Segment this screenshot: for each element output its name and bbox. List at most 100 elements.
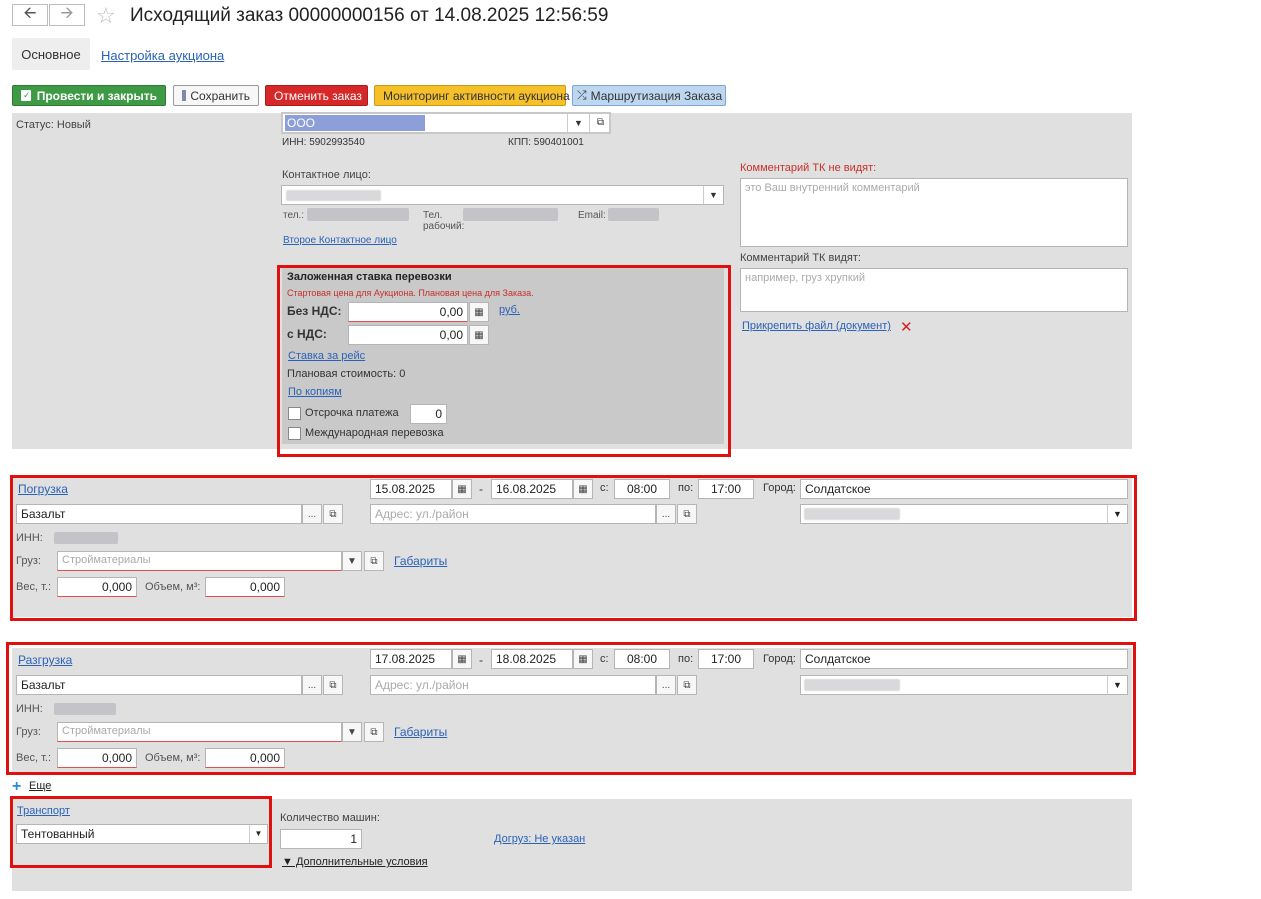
rate-subtitle: Стартовая цена для Аукциона. Плановая це… [287,288,534,298]
select-button[interactable]: ... [656,675,676,695]
loading-title-link[interactable]: Погрузка [18,482,68,496]
hidden-comment-field[interactable]: это Ваш внутренний комментарий [740,178,1128,247]
currency-link[interactable]: руб. [499,304,520,316]
calendar-icon[interactable]: ▦ [452,479,472,499]
calendar-icon[interactable]: ▦ [452,649,472,669]
plus-icon[interactable]: + [12,778,21,796]
arrow-left-icon: 🡨 [23,4,37,22]
no-vat-input[interactable]: 0,00 [348,302,468,322]
calendar-icon[interactable]: ▦ [573,479,593,499]
deferral-input[interactable]: 0 [410,404,447,424]
loading-time-to[interactable]: 17:00 [698,479,754,499]
deferral-label: Отсрочка платежа [305,407,399,419]
back-button[interactable]: 🡨 [12,4,48,26]
weight-label: Вес, т.: [16,581,51,593]
second-contact-link[interactable]: Второе Контактное лицо [283,235,397,246]
loading-dimensions-link[interactable]: Габариты [394,554,447,568]
loading-date-from[interactable]: 15.08.2025 [370,479,452,499]
cancel-order-button[interactable]: Отменить заказ [265,85,368,106]
unloading-city-input[interactable]: Солдатское [800,649,1128,669]
open-icon[interactable]: ⧉ [323,675,343,695]
open-icon[interactable]: ⧉ [364,722,384,742]
loading-weight-input[interactable]: 0,000 [57,577,137,597]
date-dash: - [479,653,483,667]
more-link[interactable]: Еще [29,780,51,792]
loading-volume-input[interactable]: 0,000 [205,577,285,597]
email-value [608,208,659,221]
loading-cargo-input[interactable]: Стройматериалы [57,551,342,571]
calculator-icon[interactable]: ▦ [469,325,489,345]
unloading-dimensions-link[interactable]: Габариты [394,725,447,739]
auction-monitoring-button[interactable]: Мониторинг активности аукциона [374,85,570,106]
international-checkbox[interactable] [288,427,301,440]
open-icon[interactable]: ⧉ [677,675,697,695]
loading-time-from[interactable]: 08:00 [614,479,670,499]
cars-count-label: Количество машин: [280,812,380,824]
post-icon: ✓ [21,90,31,101]
cars-count-input[interactable]: 1 [280,829,362,849]
close-icon[interactable]: ✕ [900,318,913,336]
loading-date-to[interactable]: 16.08.2025 [491,479,573,499]
time-to-label: по: [678,653,694,665]
per-trip-link[interactable]: Ставка за рейс [288,350,365,362]
loading-city-input[interactable]: Солдатское [800,479,1128,499]
by-kopecks-link[interactable]: По копиям [288,386,342,398]
deferral-checkbox[interactable] [288,407,301,420]
contact-select[interactable]: ▼ [281,185,724,205]
transport-type-select[interactable]: Тентованный ▼ [16,824,268,844]
chevron-down-icon[interactable]: ▼ [249,825,267,843]
save-button[interactable]: Сохранить [173,85,259,106]
chevron-down-icon[interactable]: ▼ [703,186,723,204]
chevron-down-icon[interactable]: ▼ [1107,676,1127,694]
unloading-date-from[interactable]: 17.08.2025 [370,649,452,669]
company-select[interactable]: ООО ▼ ⧉ [281,112,611,134]
order-routing-button[interactable]: ⤮ Маршрутизация Заказа [572,85,726,106]
work-tel-label: Тел. рабочий: [423,210,465,232]
floppy-icon [182,90,187,101]
loading-address-input[interactable]: Адрес: ул./район [370,504,656,524]
tab-auction-settings[interactable]: Настройка аукциона [101,48,224,63]
calendar-icon[interactable]: ▦ [573,649,593,669]
transport-title-link[interactable]: Транспорт [17,805,70,817]
open-icon[interactable]: ⧉ [323,504,343,524]
unloading-time-to[interactable]: 17:00 [698,649,754,669]
open-icon[interactable]: ⧉ [589,114,609,132]
visible-comment-field[interactable]: например, груз хрупкий [740,268,1128,312]
select-button[interactable]: ... [302,675,322,695]
unloading-cargo-input[interactable]: Стройматериалы [57,722,342,742]
unloading-time-from[interactable]: 08:00 [614,649,670,669]
post-and-close-button[interactable]: ✓ Провести и закрыть [12,85,166,106]
select-button[interactable]: ... [302,504,322,524]
tab-main[interactable]: Основное [12,38,90,70]
chevron-down-icon[interactable]: ▼ [1107,505,1127,523]
chevron-down-icon[interactable]: ▼ [342,551,362,571]
chevron-down-icon[interactable]: ▼ [342,722,362,742]
unloading-date-to[interactable]: 18.08.2025 [491,649,573,669]
unloading-contractor-select[interactable]: ▼ [800,675,1128,695]
city-label: Город: [763,653,796,665]
calculator-icon[interactable]: ▦ [469,302,489,322]
select-button[interactable]: ... [656,504,676,524]
unloading-weight-input[interactable]: 0,000 [57,748,137,768]
unloading-title-link[interactable]: Разгрузка [18,653,72,667]
rate-title: Заложенная ставка перевозки [287,271,452,283]
open-icon[interactable]: ⧉ [364,551,384,571]
hidden-comment-label: Комментарий ТК не видят: [740,162,877,174]
unloading-place-input[interactable]: Базальт [16,675,302,695]
inn-label: ИНН: [16,703,43,715]
unloading-volume-input[interactable]: 0,000 [205,748,285,768]
chevron-down-icon[interactable]: ▼ [567,114,589,132]
attach-file-link[interactable]: Прикрепить файл (документ) [742,320,891,332]
unloading-address-input[interactable]: Адрес: ул./район [370,675,656,695]
vat-input[interactable]: 0,00 [348,325,468,345]
star-icon[interactable]: ☆ [96,3,116,29]
open-icon[interactable]: ⧉ [677,504,697,524]
tel-label: тел.: [283,210,305,221]
loading-place-input[interactable]: Базальт [16,504,302,524]
date-dash: - [479,482,483,496]
extra-conditions-toggle[interactable]: ▼ Дополнительные условия [282,856,428,868]
forward-button[interactable]: 🡪 [49,4,85,26]
loading-contractor-select[interactable]: ▼ [800,504,1128,524]
reload-link[interactable]: Догруз: Не указан [494,833,585,845]
arrow-right-icon: 🡪 [60,4,74,22]
